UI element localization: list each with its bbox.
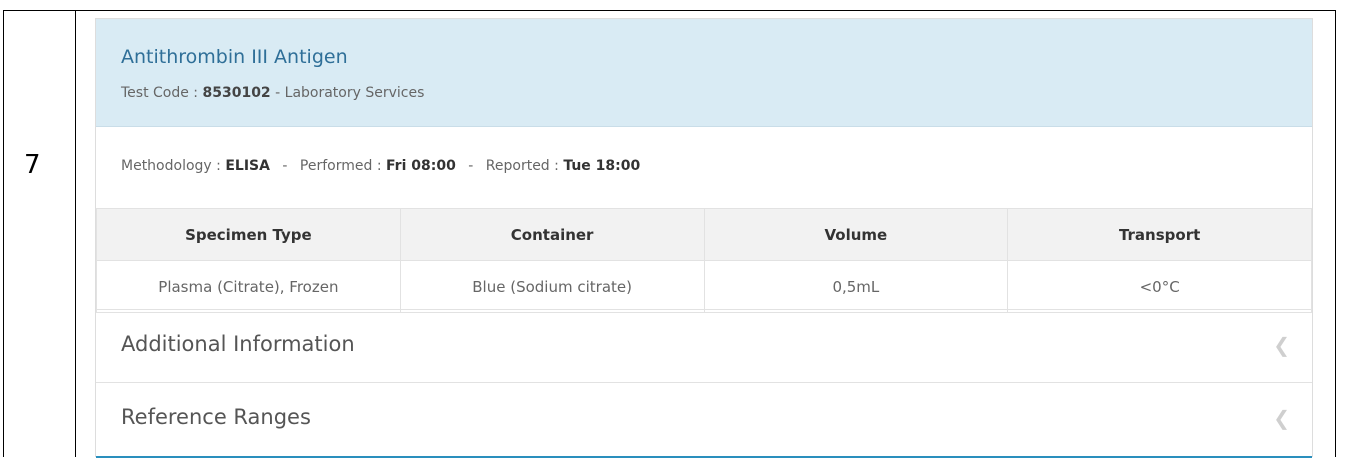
methodology-line: Methodology : ELISA - Performed : Fri 08… bbox=[121, 158, 640, 174]
test-code-line: Test Code : 8530102 - Laboratory Service… bbox=[121, 85, 424, 101]
performed-value: Fri 08:00 bbox=[386, 158, 456, 174]
methodology-value: ELISA bbox=[225, 158, 270, 174]
table-border-right bbox=[1335, 10, 1336, 457]
table-row: Plasma (Citrate), Frozen Blue (Sodium ci… bbox=[96, 260, 1312, 313]
table-border-left bbox=[3, 10, 4, 457]
additional-information-label: Additional Information bbox=[121, 332, 355, 356]
header-transport: Transport bbox=[1007, 208, 1312, 261]
performed-label: Performed : bbox=[299, 158, 386, 174]
test-panel: Antithrombin III Antigen Test Code : 853… bbox=[95, 18, 1313, 458]
header-container: Container bbox=[399, 208, 705, 261]
header-volume: Volume bbox=[703, 208, 1009, 261]
reported-value: Tue 18:00 bbox=[563, 158, 641, 174]
reference-ranges-toggle[interactable]: Reference Ranges ❮ bbox=[96, 382, 1312, 455]
test-code: 8530102 bbox=[202, 85, 271, 101]
reported-label: Reported : bbox=[485, 158, 564, 174]
separator: - bbox=[282, 158, 288, 174]
row-number: 7 bbox=[24, 150, 41, 180]
test-department: - Laboratory Services bbox=[270, 85, 425, 101]
cell-container: Blue (Sodium citrate) bbox=[399, 260, 705, 313]
test-header: Antithrombin III Antigen Test Code : 853… bbox=[96, 19, 1312, 127]
methodology-label: Methodology : bbox=[121, 158, 226, 174]
test-code-label: Test Code : bbox=[121, 85, 203, 101]
table-header-row: Specimen Type Container Volume Transport bbox=[96, 208, 1312, 261]
test-title[interactable]: Antithrombin III Antigen bbox=[121, 46, 348, 68]
cell-volume: 0,5mL bbox=[703, 260, 1009, 313]
chevron-left-icon: ❮ bbox=[1273, 333, 1290, 357]
separator: - bbox=[468, 158, 474, 174]
table-column-divider bbox=[75, 10, 76, 457]
cell-specimen-type: Plasma (Citrate), Frozen bbox=[96, 260, 401, 313]
cell-transport: <0°C bbox=[1007, 260, 1312, 313]
table-border-top bbox=[3, 10, 1336, 11]
chevron-left-icon: ❮ bbox=[1273, 406, 1290, 430]
additional-information-toggle[interactable]: Additional Information ❮ bbox=[96, 309, 1312, 382]
header-specimen-type: Specimen Type bbox=[96, 208, 401, 261]
reference-ranges-label: Reference Ranges bbox=[121, 405, 311, 429]
specimen-table: Specimen Type Container Volume Transport… bbox=[96, 208, 1312, 313]
